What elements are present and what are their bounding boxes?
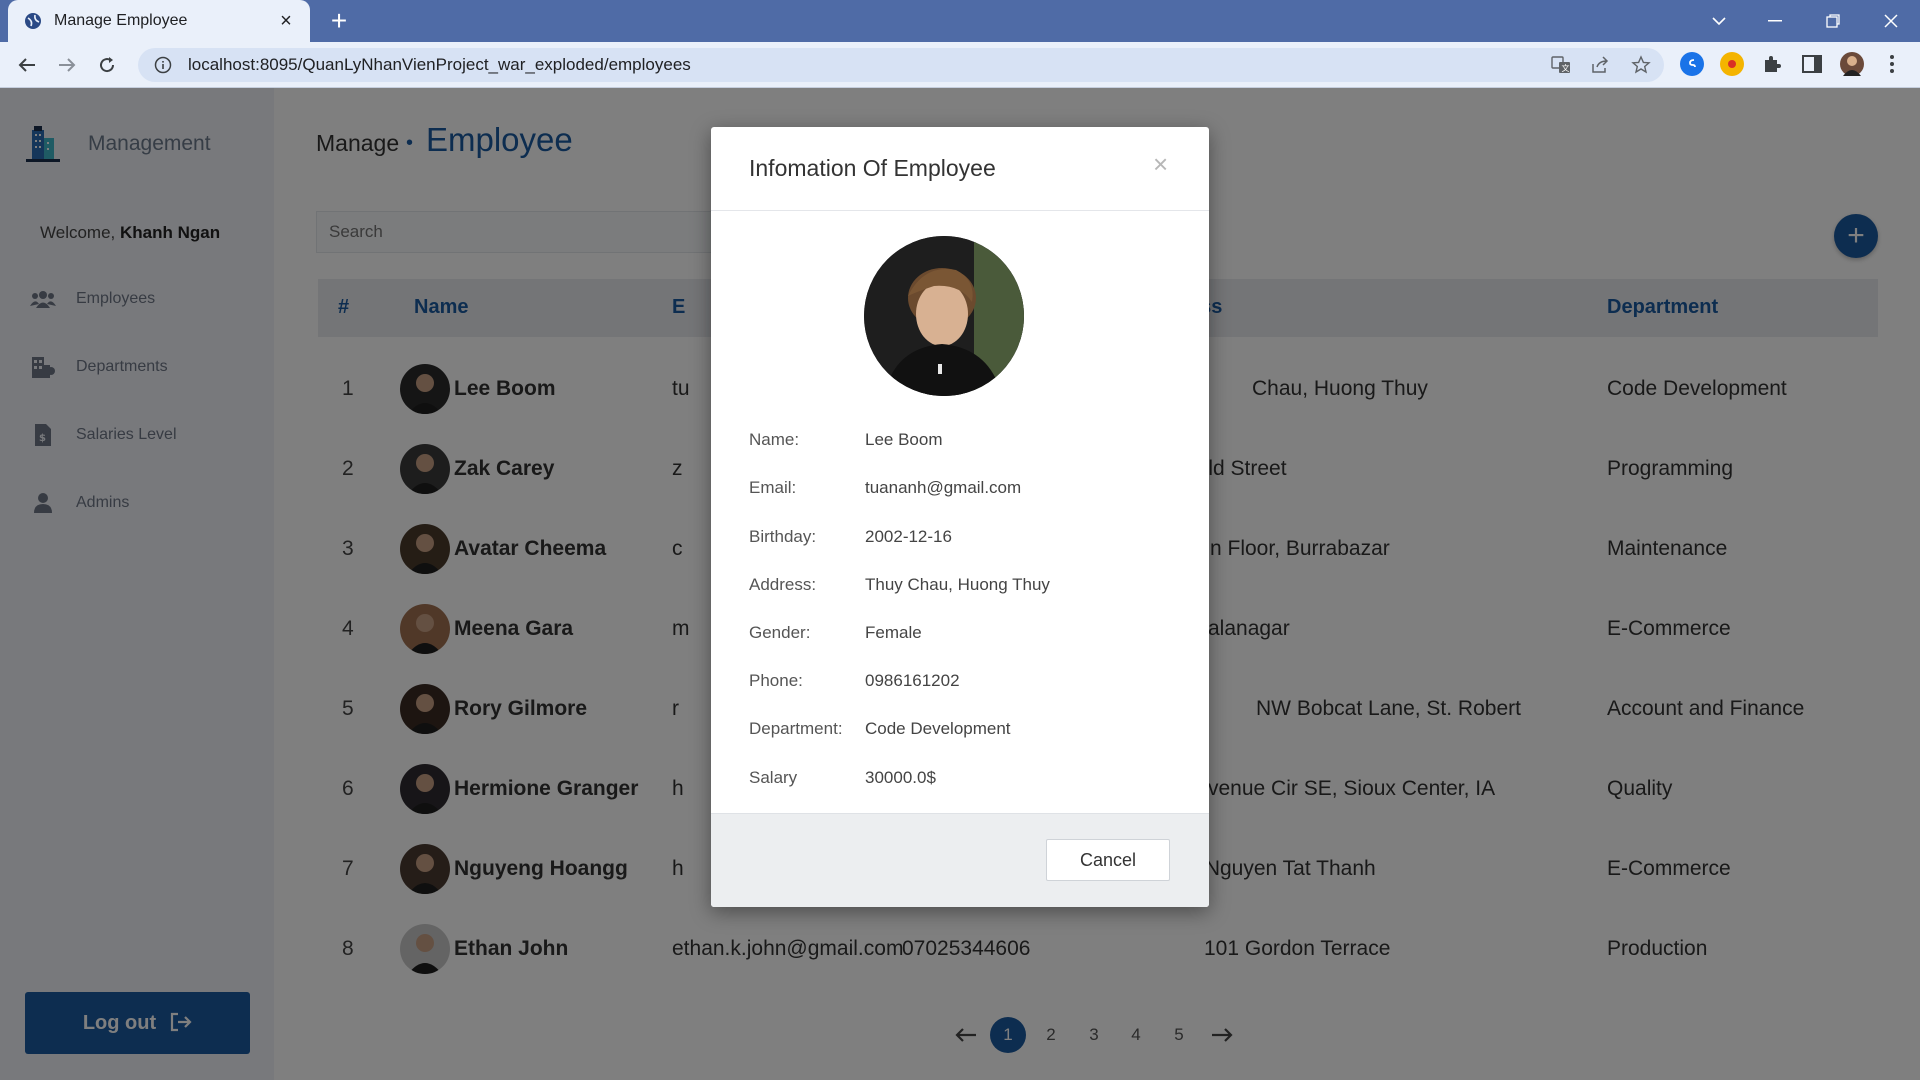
side-panel-icon[interactable] bbox=[1800, 52, 1824, 76]
extension-badge-icon[interactable] bbox=[1720, 52, 1744, 76]
site-info-icon[interactable] bbox=[154, 56, 172, 74]
field-label-birthday: Birthday: bbox=[749, 527, 817, 546]
field-label-name: Name: bbox=[749, 430, 800, 449]
share-icon[interactable] bbox=[1586, 50, 1616, 80]
field-label-address: Address: bbox=[749, 575, 817, 594]
browser-tabstrip: Manage Employee × + bbox=[0, 0, 1920, 42]
field-value-salary: 30000.0$ bbox=[865, 768, 936, 787]
reload-icon[interactable] bbox=[92, 50, 122, 80]
field-value-name: Lee Boom bbox=[865, 430, 943, 449]
field-label-phone: Phone: bbox=[749, 671, 803, 690]
tab-title: Manage Employee bbox=[54, 12, 188, 29]
svg-text:文: 文 bbox=[1562, 63, 1570, 73]
translate-icon[interactable]: 文 bbox=[1546, 50, 1576, 80]
close-icon[interactable]: × bbox=[1153, 149, 1168, 180]
field-value-gender: Female bbox=[865, 623, 922, 642]
modal-footer: Cancel bbox=[711, 813, 1209, 907]
field-value-email: tuananh@gmail.com bbox=[865, 478, 1022, 497]
field-label-email: Email: bbox=[749, 478, 797, 497]
address-bar[interactable]: localhost:8095/QuanLyNhanVienProject_war… bbox=[138, 48, 1664, 82]
field-value-phone: 0986161202 bbox=[865, 671, 960, 690]
field-label-gender: Gender: bbox=[749, 623, 811, 642]
field-label-salary: Salary bbox=[749, 768, 798, 787]
browser-tab[interactable]: Manage Employee × bbox=[8, 0, 310, 42]
field-value-address: Thuy Chau, Huong Thuy bbox=[865, 575, 1050, 594]
modal-title: Infomation Of Employee bbox=[749, 155, 996, 181]
extension-shazam-icon[interactable] bbox=[1680, 52, 1704, 76]
employee-info-modal: Infomation Of Employee × Name: Lee Boom … bbox=[711, 127, 1209, 907]
globe-icon bbox=[24, 12, 42, 30]
minimize-icon[interactable] bbox=[1752, 0, 1798, 42]
tab-close-icon[interactable]: × bbox=[276, 10, 296, 33]
back-arrow-icon[interactable] bbox=[12, 50, 42, 80]
field-value-department: Code Development bbox=[865, 719, 1011, 738]
profile-avatar[interactable] bbox=[1840, 52, 1864, 76]
new-tab-button[interactable]: + bbox=[324, 6, 354, 36]
bookmark-star-icon[interactable] bbox=[1626, 50, 1656, 80]
forward-arrow-icon[interactable] bbox=[52, 50, 82, 80]
modal-header: Infomation Of Employee × bbox=[711, 127, 1209, 211]
close-window-icon[interactable] bbox=[1868, 0, 1914, 42]
employee-photo bbox=[864, 236, 1024, 396]
browser-menu-icon[interactable] bbox=[1880, 52, 1904, 76]
field-label-department: Department: bbox=[749, 719, 843, 738]
extensions-puzzle-icon[interactable] bbox=[1760, 52, 1784, 76]
restore-icon[interactable] bbox=[1810, 0, 1856, 42]
tab-search-icon[interactable] bbox=[1696, 0, 1742, 42]
url-text: localhost:8095/QuanLyNhanVienProject_war… bbox=[188, 55, 691, 74]
cancel-button[interactable]: Cancel bbox=[1046, 839, 1170, 881]
field-value-birthday: 2002-12-16 bbox=[865, 527, 952, 546]
browser-toolbar: localhost:8095/QuanLyNhanVienProject_war… bbox=[0, 42, 1920, 88]
